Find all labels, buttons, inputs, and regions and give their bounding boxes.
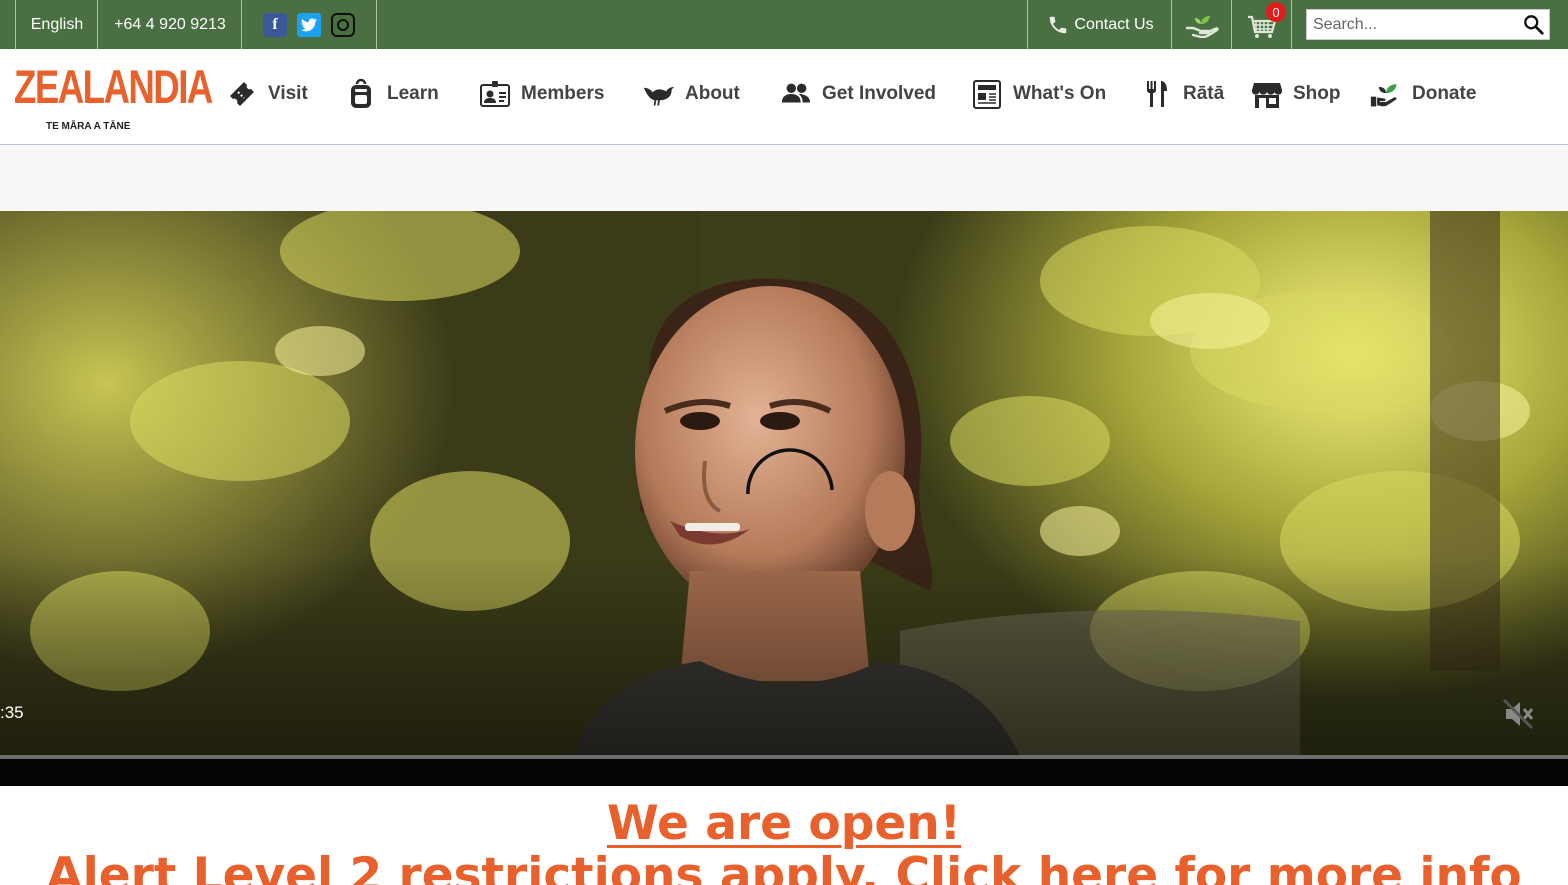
nav-label-donate: Donate xyxy=(1412,83,1477,104)
nav-shop[interactable]: Shop xyxy=(1251,76,1341,112)
language-selector[interactable]: English xyxy=(15,0,98,49)
newspaper-icon xyxy=(973,80,1001,109)
hero-video[interactable] xyxy=(0,211,1568,786)
search-box xyxy=(1306,9,1550,40)
donate-hand-icon xyxy=(1370,84,1397,107)
logo-tagline: TE MĀRA A TĀNE xyxy=(46,121,131,132)
people-icon xyxy=(781,83,811,103)
ticket-icon xyxy=(230,82,254,106)
nav-label-whats-on: What's On xyxy=(1013,83,1107,104)
contact-us-label: Contact Us xyxy=(1074,15,1154,33)
nav-whats-on[interactable]: What's On xyxy=(971,76,1106,112)
backpack-icon xyxy=(351,78,371,108)
video-time: :35 xyxy=(0,703,24,722)
cart-count-badge: 0 xyxy=(1266,2,1286,22)
main-navbar: ZEALANDIA TE MĀRA A TĀNE Visit Learn Mem… xyxy=(0,49,1568,145)
nav-label-visit: Visit xyxy=(268,83,308,104)
nav-members[interactable]: Members xyxy=(479,76,604,112)
donate-hand-icon xyxy=(1185,15,1219,38)
nav-rata[interactable]: Rātā xyxy=(1141,76,1224,112)
cutlery-icon xyxy=(1147,81,1167,107)
nav-label-rata: Rātā xyxy=(1183,83,1225,104)
nav-label-shop: Shop xyxy=(1293,83,1341,104)
top-utility-bar: English +64 4 920 9213 f Contact Us 0 xyxy=(0,0,1568,49)
donate-quick-link[interactable] xyxy=(1171,0,1232,49)
open-notice-link[interactable]: We are open! xyxy=(0,796,1568,851)
nav-donate[interactable]: Donate xyxy=(1370,76,1476,112)
video-frame-image xyxy=(0,211,1568,786)
bird-icon xyxy=(643,86,675,106)
phone-number: +64 4 920 9213 xyxy=(114,15,226,33)
site-logo[interactable]: ZEALANDIA TE MĀRA A TĀNE xyxy=(14,60,213,135)
search-icon[interactable] xyxy=(1523,14,1545,36)
logo-wordmark: ZEALANDIA xyxy=(14,60,213,113)
contact-us-link[interactable]: Contact Us xyxy=(1027,0,1172,49)
nav-label-learn: Learn xyxy=(387,83,439,104)
open-notice: We are open! Alert Level 2 restrictions … xyxy=(0,786,1568,885)
nav-learn[interactable]: Learn xyxy=(345,76,439,112)
search-input[interactable] xyxy=(1307,10,1512,39)
phone-link[interactable]: +64 4 920 9213 xyxy=(97,0,242,49)
language-label: English xyxy=(30,15,84,33)
instagram-icon[interactable] xyxy=(331,12,355,37)
social-links: f xyxy=(241,0,377,49)
nav-label-members: Members xyxy=(521,83,605,104)
header-spacer xyxy=(0,145,1568,211)
mute-icon[interactable] xyxy=(1500,696,1536,732)
nav-visit[interactable]: Visit xyxy=(226,76,308,112)
facebook-icon[interactable]: f xyxy=(263,12,287,37)
video-control-bar xyxy=(0,759,1568,786)
member-card-icon xyxy=(480,81,510,107)
nav-label-get-involved: Get Involved xyxy=(822,83,937,104)
loading-spinner-icon xyxy=(746,448,834,495)
nav-about[interactable]: About xyxy=(643,76,740,112)
nav-label-about: About xyxy=(685,83,740,104)
store-icon xyxy=(1252,83,1282,108)
phone-icon xyxy=(1050,16,1067,33)
alert-level-link[interactable]: Alert Level 2 restrictions apply. Click … xyxy=(0,848,1568,885)
nav-get-involved[interactable]: Get Involved xyxy=(780,76,936,112)
twitter-icon[interactable] xyxy=(297,12,321,37)
